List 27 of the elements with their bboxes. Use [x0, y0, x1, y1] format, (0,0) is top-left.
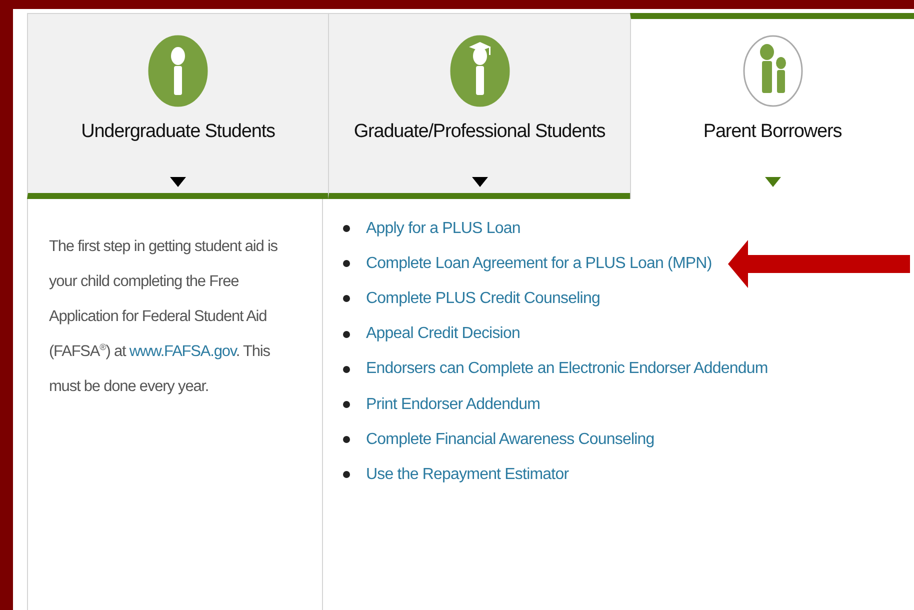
- caret-icon: [472, 177, 488, 187]
- bullet-icon: [343, 366, 350, 373]
- audience-tab[interactable]: Undergraduate Students: [27, 13, 328, 199]
- bullet-icon: [343, 471, 350, 478]
- borrower-link[interactable]: Appeal Credit Decision: [366, 325, 520, 344]
- borrower-link[interactable]: Complete Loan Agreement for a PLUS Loan (MPN): [366, 254, 712, 273]
- borrower-link[interactable]: Endorsers can Complete an Electronic Endorser Addendum: [366, 360, 768, 378]
- caret-icon: [170, 177, 186, 187]
- borrower-link[interactable]: Apply for a PLUS Loan: [366, 220, 520, 238]
- bullet-icon: [343, 436, 350, 444]
- bullet-icon: [343, 225, 350, 232]
- borrower-link[interactable]: Use the Repayment Estimator: [366, 466, 569, 484]
- bullet-icon: [343, 330, 350, 338]
- caret-icon: [764, 177, 780, 187]
- audience-tab[interactable]: Graduate/Professional Students: [328, 13, 630, 199]
- graduate-icon: [450, 35, 510, 107]
- bullet-icon: [343, 295, 350, 302]
- parent-child-icon: [742, 35, 802, 107]
- borrower-link[interactable]: Print Endorser Addendum: [366, 396, 540, 414]
- intro-paragraph: The first step in getting student aid is your child completing the Free Application for Federal Student Aid (FAFSA$^{®}$) at www.FAFSA.gov. This must be done every year.: [49, 237, 278, 397]
- audience-tab[interactable]: Parent Borrowers: [630, 13, 914, 199]
- borrower-link[interactable]: Complete PLUS Credit Counseling: [366, 290, 600, 308]
- bullet-icon: [343, 260, 350, 268]
- borrower-link[interactable]: Complete Financial Awareness Counseling: [366, 430, 654, 449]
- person-icon: [148, 35, 208, 107]
- bullet-icon: [343, 401, 350, 408]
- fafsa-link[interactable]: www.FAFSA.gov: [129, 343, 236, 360]
